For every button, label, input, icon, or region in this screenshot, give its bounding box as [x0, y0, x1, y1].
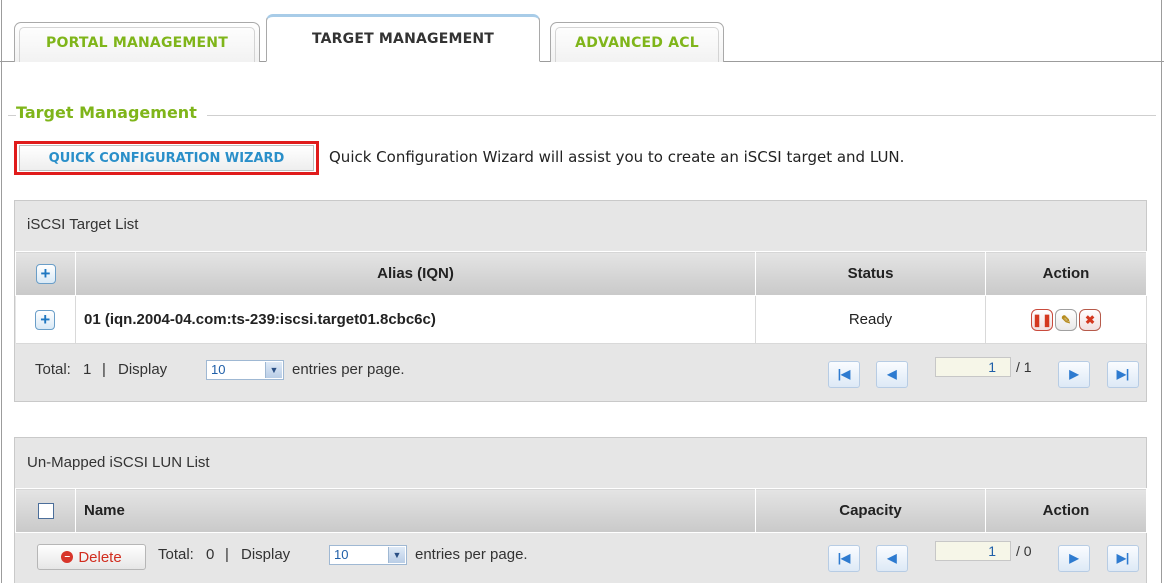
- last-page-icon[interactable]: ▶|: [1107, 361, 1139, 388]
- display-label: Display: [118, 361, 168, 378]
- total-label: Total:: [35, 361, 71, 378]
- expand-target-icon[interactable]: +: [35, 309, 56, 330]
- separator: |: [102, 361, 106, 378]
- tab-portal-management[interactable]: PORTAL MANAGEMENT: [14, 22, 260, 62]
- page-size-select[interactable]: 10 ▼: [206, 360, 284, 380]
- total-label: Total:: [158, 546, 194, 563]
- delete-button[interactable]: – Delete: [37, 544, 146, 570]
- total-count: 1: [83, 361, 92, 378]
- chevron-down-icon[interactable]: ▼: [265, 362, 282, 378]
- unmapped-lun-list-panel: Un-Mapped iSCSI LUN List Name Capacity A…: [14, 437, 1147, 583]
- prev-page-icon[interactable]: ◀: [876, 545, 908, 572]
- section-title: Target Management: [16, 103, 207, 122]
- quick-configuration-wizard-button[interactable]: QUICK CONFIGURATION WIZARD: [14, 141, 319, 175]
- tab-target-management[interactable]: TARGET MANAGEMENT: [266, 14, 540, 62]
- add-column-cell: +: [15, 251, 76, 296]
- display-label: Display: [241, 546, 291, 563]
- status-column-header[interactable]: Status: [755, 251, 986, 296]
- name-column-header[interactable]: Name: [75, 488, 756, 533]
- page-size-value: 10: [334, 547, 349, 562]
- last-page-icon[interactable]: ▶|: [1107, 545, 1139, 572]
- tab-label: PORTAL MANAGEMENT: [46, 34, 228, 51]
- page-size-select[interactable]: 10 ▼: [329, 545, 407, 565]
- target-alias: 01 (iqn.2004-04.com:ts-239:iscsi.target0…: [75, 295, 756, 344]
- lun-list-footer: – Delete Total: 0 | Display 10 ▼ entries…: [15, 533, 1146, 577]
- capacity-column-header[interactable]: Capacity: [755, 488, 986, 533]
- page-total: / 0: [1016, 543, 1032, 559]
- iscsi-target-list-panel: iSCSI Target List + Alias (IQN) Status A…: [14, 200, 1147, 402]
- tab-label: TARGET MANAGEMENT: [311, 31, 495, 47]
- first-page-icon[interactable]: |◀: [828, 545, 860, 572]
- tab-label: ADVANCED ACL: [575, 34, 699, 51]
- total-count: 0: [206, 546, 215, 563]
- lun-table: Name Capacity Action: [15, 488, 1147, 533]
- prev-page-icon[interactable]: ◀: [876, 361, 908, 388]
- delete-icon: –: [61, 551, 74, 563]
- target-status: Ready: [755, 295, 986, 344]
- alias-column-header[interactable]: Alias (IQN): [75, 251, 756, 296]
- select-all-cell: [15, 488, 76, 533]
- panel-title: Un-Mapped iSCSI LUN List: [27, 454, 210, 471]
- table-row[interactable]: + 01 (iqn.2004-04.com:ts-239:iscsi.targe…: [15, 295, 1147, 344]
- table-header-row: + Alias (IQN) Status Action: [15, 251, 1147, 296]
- first-page-icon[interactable]: |◀: [828, 361, 860, 388]
- entries-per-page-label: entries per page.: [415, 546, 528, 563]
- delete-icon[interactable]: ✖: [1079, 308, 1101, 331]
- panel-title: iSCSI Target List: [27, 216, 139, 233]
- delete-button-label: Delete: [78, 548, 122, 566]
- page-total: / 1: [1016, 359, 1032, 375]
- entries-per-page-label: entries per page.: [292, 361, 405, 378]
- page-size-value: 10: [211, 362, 226, 377]
- tab-advanced-acl[interactable]: ADVANCED ACL: [550, 22, 724, 62]
- wizard-button-label: QUICK CONFIGURATION WIZARD: [19, 145, 314, 171]
- add-target-icon[interactable]: +: [35, 263, 56, 284]
- next-page-icon[interactable]: ▶: [1058, 361, 1090, 388]
- next-page-icon[interactable]: ▶: [1058, 545, 1090, 572]
- separator: |: [225, 546, 229, 563]
- pause-icon[interactable]: ❚❚: [1031, 308, 1053, 331]
- wizard-description: Quick Configuration Wizard will assist y…: [329, 148, 905, 166]
- target-actions: ❚❚ ✎ ✖: [985, 295, 1147, 344]
- action-column-header: Action: [985, 488, 1147, 533]
- expand-cell: +: [15, 295, 76, 344]
- edit-icon[interactable]: ✎: [1055, 308, 1077, 331]
- page-number-input[interactable]: 1: [935, 357, 1011, 377]
- table-header-row: Name Capacity Action: [15, 488, 1147, 533]
- page-number-input[interactable]: 1: [935, 541, 1011, 561]
- select-all-checkbox[interactable]: [37, 502, 54, 519]
- chevron-down-icon[interactable]: ▼: [388, 547, 405, 563]
- target-list-footer: Total: 1 | Display 10 ▼ entries per page…: [15, 348, 1146, 392]
- target-table: + Alias (IQN) Status Action + 01 (iqn.20…: [15, 251, 1147, 344]
- tab-bar: PORTAL MANAGEMENT TARGET MANAGEMENT ADVA…: [0, 0, 1164, 62]
- action-column-header: Action: [985, 251, 1147, 296]
